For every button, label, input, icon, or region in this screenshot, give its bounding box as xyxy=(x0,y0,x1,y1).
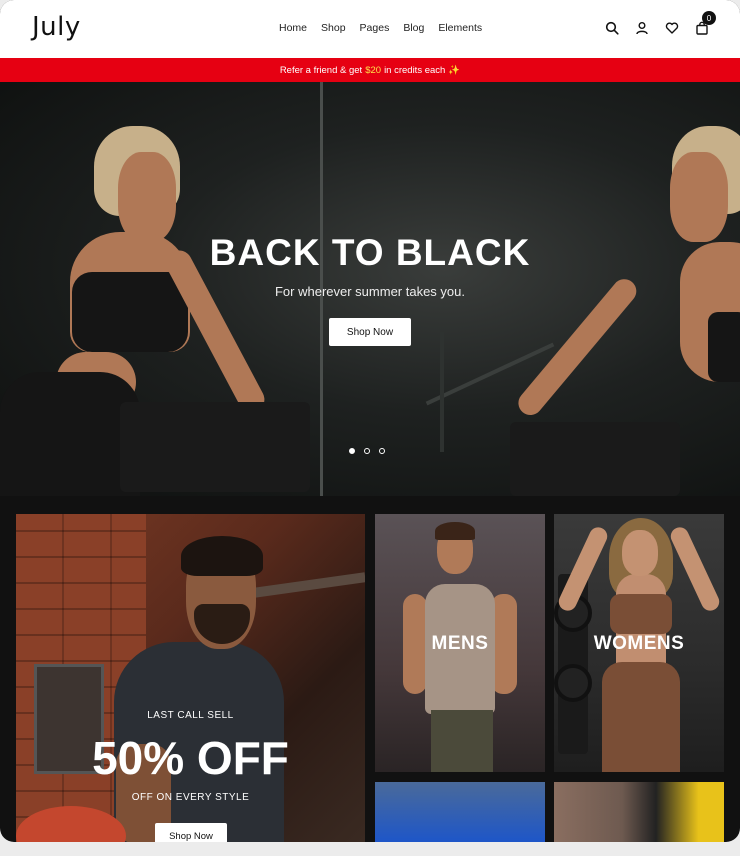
nav-item-shop[interactable]: Shop xyxy=(321,22,346,34)
hero-title: BACK TO BLACK xyxy=(209,232,531,273)
sale-shop-now-button[interactable]: Shop Now xyxy=(155,823,227,842)
womens-model-top xyxy=(610,594,672,634)
womens-model-head xyxy=(622,530,658,576)
mens-model-hair xyxy=(435,522,475,540)
womens-model-arm-right xyxy=(667,524,723,614)
slider-dot-2[interactable] xyxy=(364,448,370,454)
nav-item-elements[interactable]: Elements xyxy=(438,22,482,34)
category-label-womens[interactable]: WOMENS xyxy=(554,633,724,655)
site-header: July Home Shop Pages Blog Elements 0 xyxy=(0,0,740,58)
sale-headline: 50% OFF xyxy=(92,732,289,784)
category-tile-womens[interactable]: WOMENS xyxy=(554,514,724,772)
sale-subline: OFF ON EVERY STYLE xyxy=(131,792,250,803)
category-tile-jackets[interactable] xyxy=(375,782,545,842)
heart-icon[interactable] xyxy=(664,20,680,36)
slider-dot-1[interactable] xyxy=(349,448,355,454)
mens-model-pants xyxy=(431,710,493,772)
dumbbell-rack-left xyxy=(120,402,310,492)
hero-subtitle: For wherever summer takes you. xyxy=(274,284,465,299)
slider-dot-3[interactable] xyxy=(379,448,385,454)
dumbbell-rack-right xyxy=(510,422,680,496)
model-hair xyxy=(181,536,263,576)
promo-text: Refer a friend & get xyxy=(279,64,363,76)
search-icon[interactable] xyxy=(604,20,620,36)
promo-amount: $20 xyxy=(365,64,382,76)
slider-dots xyxy=(349,448,385,454)
hero-rack-post xyxy=(440,332,444,452)
category-tile-hoodies[interactable] xyxy=(554,782,724,842)
logo[interactable]: July xyxy=(32,12,81,42)
promo-suffix: in credits each xyxy=(384,64,446,76)
sale-eyebrow: LAST CALL SELL xyxy=(147,710,234,721)
category-label-mens[interactable]: MENS xyxy=(375,633,545,655)
category-tile-mens[interactable]: MENS xyxy=(375,514,545,772)
cart-count-badge: 0 xyxy=(702,11,716,25)
weight-plate xyxy=(554,664,592,702)
main-nav: Home Shop Pages Blog Elements xyxy=(279,22,496,34)
sale-banner[interactable]: LAST CALL SELL 50% OFF OFF ON EVERY STYL… xyxy=(16,514,365,842)
promo-bar[interactable]: Refer a friend & get $20 in credits each… xyxy=(0,58,740,82)
sparkle-icon: ✨ xyxy=(448,64,461,76)
user-icon[interactable] xyxy=(634,20,650,36)
nav-item-home[interactable]: Home xyxy=(279,22,307,34)
nav-item-blog[interactable]: Blog xyxy=(403,22,424,34)
hero-shop-now-button[interactable]: Shop Now xyxy=(329,318,411,346)
womens-model-leggings xyxy=(602,662,680,772)
cart-icon[interactable]: 0 xyxy=(694,11,716,36)
hero-slider: BACK TO BLACK For wherever summer takes … xyxy=(0,82,740,496)
storefront-page: July Home Shop Pages Blog Elements 0 Ref… xyxy=(0,0,740,842)
header-icons: 0 xyxy=(604,11,716,36)
nav-item-pages[interactable]: Pages xyxy=(360,22,390,34)
